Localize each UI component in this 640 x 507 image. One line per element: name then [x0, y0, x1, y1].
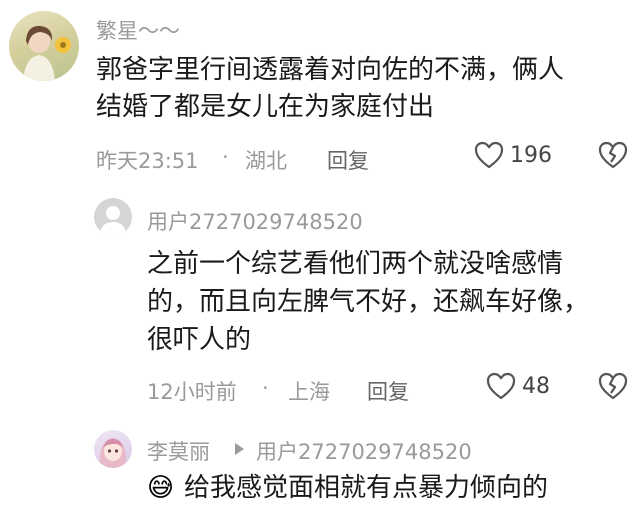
like-button[interactable]: 48	[486, 372, 550, 400]
reply-username[interactable]: 李莫丽	[147, 436, 210, 466]
reply-button[interactable]: 回复	[367, 376, 409, 406]
default-user-icon	[99, 206, 127, 236]
like-count: 196	[510, 142, 552, 168]
reply-target-username[interactable]: 用户2727029748520	[256, 436, 472, 466]
meta-separator: ·	[262, 376, 269, 400]
reply-text-line: 很吓人的	[147, 325, 252, 355]
avatar[interactable]	[9, 11, 79, 81]
avatar[interactable]	[94, 198, 132, 236]
comment-text-line: 郭爸字里行间透露着对向佐的不满，俩人	[96, 55, 565, 85]
avatar-image	[23, 25, 71, 81]
reply-location: 上海	[288, 380, 330, 404]
comment-location: 湖北	[245, 149, 287, 173]
reply-button[interactable]: 回复	[327, 145, 369, 175]
like-button[interactable]: 196	[474, 141, 552, 169]
heart-icon	[486, 372, 516, 400]
meta-separator: ·	[222, 145, 229, 169]
reply-time: 12小时前	[147, 380, 237, 404]
reply-text-line: 的，而且向左脾气不好，还飙车好像，	[147, 287, 590, 317]
dislike-broken-heart-icon[interactable]	[598, 141, 628, 169]
comment-time: 昨天23:51	[96, 149, 199, 173]
reply-arrow-icon	[233, 442, 245, 456]
heart-icon	[474, 141, 504, 169]
reply-username[interactable]: 用户2727029748520	[147, 206, 363, 236]
sweat-smile-emoji: 😅	[147, 473, 175, 503]
comment-username[interactable]: 繁星～～	[96, 15, 180, 45]
avatar[interactable]	[94, 430, 132, 468]
reply-text-line: 给我感觉面相就有点暴力倾向的	[184, 473, 549, 503]
dislike-broken-heart-icon[interactable]	[598, 372, 628, 400]
reply-text-line: 之前一个综艺看他们两个就没啥感情	[147, 249, 564, 279]
like-count: 48	[522, 373, 550, 399]
avatar-image	[99, 438, 127, 468]
comment-text-line: 结婚了都是女儿在为家庭付出	[96, 92, 435, 122]
